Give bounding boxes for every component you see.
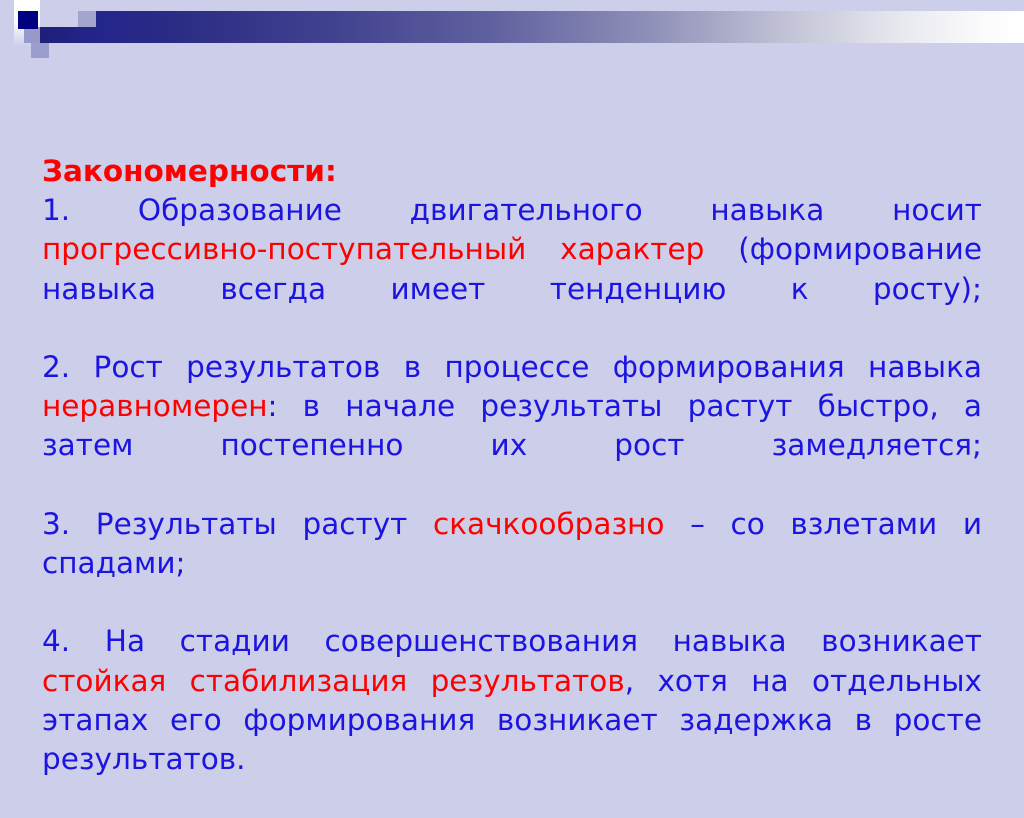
- decoration-band-notch-mid: [78, 11, 96, 27]
- decoration-square-low: [31, 43, 49, 58]
- decoration-square-navy: [18, 11, 38, 29]
- list-item-1: 1. Образование двигательного навыка носи…: [42, 191, 982, 348]
- list-item-2: 2. Рост результатов в процессе формирова…: [42, 348, 982, 505]
- item-3-segment-1: 3. Результаты растут: [42, 506, 433, 541]
- slide-body: Закономерности: 1. Образование двигатель…: [42, 152, 982, 818]
- slide-title: Закономерности:: [42, 154, 337, 188]
- list-item-4: 4. На стадии совершенствования навыка во…: [42, 622, 982, 818]
- decoration-square-mid: [24, 27, 40, 43]
- item-3-segment-2: скачкообразно: [432, 506, 665, 541]
- slide-header-decoration: [0, 0, 1024, 60]
- item-2-segment-2: неравномерен: [42, 389, 268, 424]
- presentation-slide: Закономерности: 1. Образование двигатель…: [0, 0, 1024, 776]
- item-4-segment-2: стойкая стабилизация результатов: [42, 663, 625, 698]
- decoration-gradient-band: [40, 11, 1024, 43]
- item-1-segment-1: 1. Образование двигательного навыка носи…: [42, 193, 982, 228]
- item-1-segment-2: прогрессивно-поступательный характер: [42, 232, 739, 267]
- item-4-segment-1: 4. На стадии совершенствования навыка во…: [42, 624, 982, 659]
- item-2-segment-1: 2. Рост результатов в процессе формирова…: [42, 350, 982, 385]
- list-item-3: 3. Результаты растут скачкообразно – со …: [42, 505, 982, 623]
- decoration-underline-strip: [49, 43, 1024, 58]
- decoration-band-notch-light: [40, 11, 78, 27]
